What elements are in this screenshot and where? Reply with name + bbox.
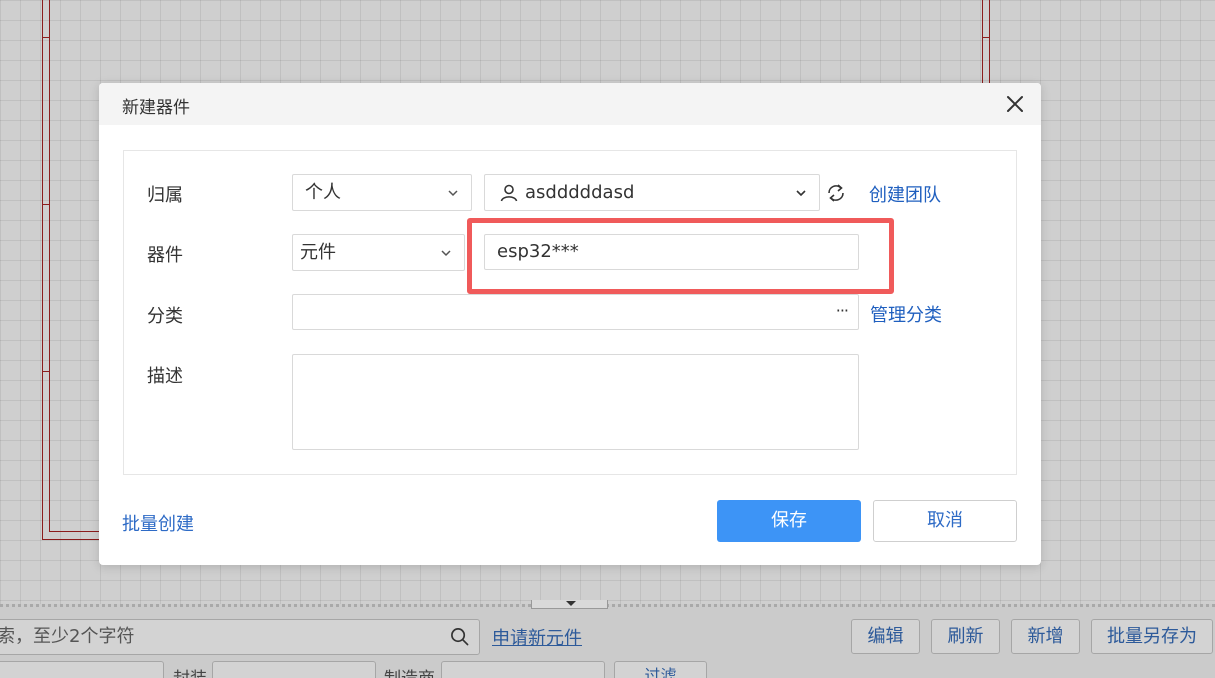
frame-line (49, 0, 50, 532)
owner-type-select[interactable]: 个人 (292, 174, 472, 211)
filter-select[interactable]: ⌄ (0, 661, 164, 678)
dialog-title: 新建器件 (122, 98, 190, 118)
frame-tick (42, 204, 50, 205)
filter-button-label: 过滤 (644, 666, 677, 678)
frame-tick (982, 37, 990, 38)
frame-line (42, 539, 102, 540)
edit-button[interactable]: 编辑 (851, 619, 920, 654)
chevron-down-icon (448, 190, 458, 197)
cancel-button[interactable]: 取消 (873, 500, 1017, 542)
package-select[interactable]: ⌄ (212, 661, 376, 678)
manage-category-link[interactable]: 管理分类 (870, 301, 942, 327)
device-label: 器件 (147, 245, 183, 266)
frame-line (42, 0, 43, 540)
add-button[interactable]: 新增 (1011, 619, 1080, 654)
refresh-button[interactable]: 刷新 (931, 619, 1000, 654)
chevron-down-icon: ⌄ (583, 670, 594, 678)
close-icon[interactable] (1003, 92, 1027, 116)
library-search-input[interactable]: 索，至少2个字符 (0, 619, 480, 655)
batch-create-link[interactable]: 批量创建 (122, 510, 194, 536)
filter-button[interactable]: 过滤 (614, 661, 707, 678)
owner-user-value: asdddddasd (525, 182, 635, 203)
batch-save-as-button[interactable]: 批量另存为 (1091, 619, 1213, 654)
description-textarea[interactable] (292, 354, 859, 450)
description-label: 描述 (147, 366, 183, 387)
frame-line (989, 0, 990, 85)
device-type-select[interactable]: 元件 (292, 234, 465, 271)
create-team-link[interactable]: 创建团队 (869, 181, 941, 207)
chevron-down-icon (441, 250, 451, 257)
category-input[interactable]: ··· (292, 294, 859, 330)
owner-type-value: 个人 (305, 182, 341, 203)
dialog-header: 新建器件 (99, 83, 1041, 125)
refresh-icon[interactable] (825, 182, 847, 204)
frame-line (49, 531, 102, 532)
ellipsis-icon[interactable]: ··· (836, 294, 849, 328)
chevron-down-icon: ⌄ (354, 670, 365, 678)
device-type-value: 元件 (300, 242, 336, 263)
search-placeholder: 索，至少2个字符 (0, 626, 135, 647)
search-icon[interactable] (450, 627, 469, 646)
new-device-dialog: 新建器件 归属 个人 asdddddasd 创建团队 器件 元件 esp32**… (99, 83, 1041, 565)
frame-line (982, 0, 983, 85)
category-label: 分类 (147, 306, 183, 327)
manufacturer-label: 制造商 (384, 664, 435, 678)
chevron-down-icon: ⌄ (142, 670, 153, 678)
owner-user-select[interactable]: asdddddasd (484, 174, 820, 211)
apply-new-component-link[interactable]: 申请新元件 (492, 624, 582, 650)
owner-label: 归属 (147, 185, 183, 206)
package-label: 封装 (173, 664, 207, 678)
chevron-down-icon (796, 190, 806, 197)
user-icon (500, 184, 518, 202)
frame-tick (42, 371, 50, 372)
save-button[interactable]: 保存 (717, 500, 861, 542)
frame-tick (42, 37, 50, 38)
panel-collapse-handle[interactable] (531, 600, 608, 609)
manufacturer-select[interactable]: ⌄ (441, 661, 605, 678)
highlight-box (467, 218, 894, 294)
